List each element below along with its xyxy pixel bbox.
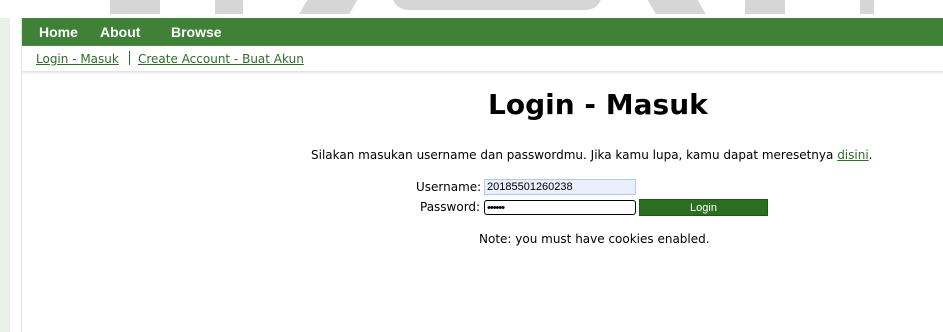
header-banner-remnant — [0, 0, 943, 18]
username-label: Username: — [416, 180, 482, 194]
cookie-note: Note: you must have cookies enabled. — [479, 232, 710, 246]
account-subnav: Login - Masuk Create Account - Buat Akun — [22, 46, 943, 72]
banner-shape — [392, 0, 602, 10]
intro-text: Silakan masukan username dan passwordmu.… — [311, 148, 838, 162]
banner-shape — [299, 0, 361, 14]
top-navbar: Home About Browse — [22, 18, 943, 46]
page-frame: Home About Browse Login - Masuk Create A… — [21, 18, 943, 332]
password-label: Password: — [420, 200, 481, 214]
login-button[interactable]: Login — [639, 199, 768, 216]
banner-shape — [860, 0, 874, 14]
create-account-link[interactable]: Create Account - Buat Akun — [138, 52, 304, 66]
nav-about[interactable]: About — [100, 24, 140, 40]
username-input[interactable] — [484, 179, 636, 195]
intro-end: . — [868, 148, 873, 162]
nav-browse[interactable]: Browse — [171, 24, 222, 40]
subnav-divider — [129, 51, 130, 65]
banner-shape — [110, 0, 160, 14]
banner-shape — [215, 0, 243, 14]
banner-shape — [644, 0, 706, 14]
password-input[interactable] — [484, 200, 636, 215]
nav-home[interactable]: Home — [39, 24, 78, 40]
banner-shape — [745, 0, 785, 14]
reset-password-link[interactable]: disini — [837, 148, 868, 162]
page-title: Login - Masuk — [488, 88, 708, 121]
login-link[interactable]: Login - Masuk — [36, 52, 119, 66]
page-left-edge — [0, 0, 10, 332]
login-instructions: Silakan masukan username dan passwordmu.… — [311, 148, 873, 162]
